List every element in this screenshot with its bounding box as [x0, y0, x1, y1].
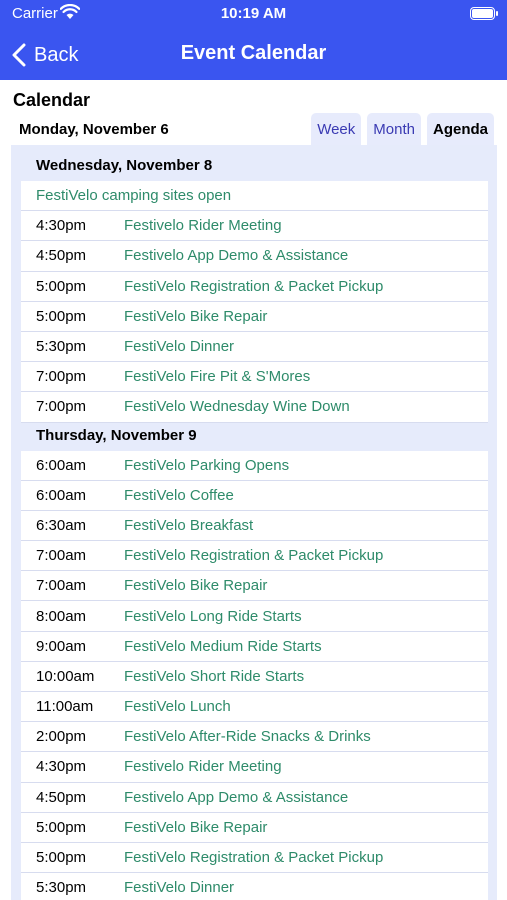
event-title: FestiVelo Short Ride Starts — [124, 667, 305, 685]
event-time: 5:30pm — [36, 879, 87, 897]
day-header: Wednesday, November 8 — [36, 157, 213, 174]
event-row[interactable]: 6:00am FestiVelo Parking Opens — [21, 450, 488, 481]
event-row[interactable]: 4:50pm Festivelo App Demo & Assistance — [21, 241, 488, 272]
tab-agenda[interactable]: Agenda — [426, 113, 494, 146]
event-title: FestiVelo Lunch — [124, 698, 231, 716]
event-title: FestiVelo camping sites open — [36, 187, 232, 205]
status-bar: Carrier 10:19 AM — [0, 0, 507, 30]
event-row[interactable]: 5:00pm FestiVelo Registration & Packet Pi… — [21, 842, 488, 874]
event-row[interactable]: 7:00pm FestiVelo Fire Pit & S'Mores — [21, 362, 488, 393]
event-time: 10:00am — [36, 667, 95, 685]
event-row[interactable]: 5:00pm FestiVelo Bike Repair — [21, 301, 488, 332]
event-title: FestiVelo Coffee — [124, 486, 234, 504]
event-time: 4:30pm — [36, 217, 87, 235]
event-row[interactable]: 4:30pm Festivelo Rider Meeting — [21, 211, 488, 242]
event-time: 4:30pm — [36, 758, 87, 776]
tab-month[interactable]: Month — [367, 113, 421, 146]
event-row[interactable]: 5:30pm FestiVelo Dinner — [21, 331, 488, 363]
event-title: FestiVelo Bike Repair — [124, 307, 268, 325]
current-date: Monday, November 6 — [19, 121, 169, 138]
page-title: Event Calendar — [180, 42, 327, 64]
event-time: 5:30pm — [36, 338, 87, 356]
event-row[interactable]: 10:00am FestiVelo Short Ride Starts — [21, 661, 488, 692]
event-time: 11:00am — [36, 698, 94, 716]
event-time: 2:00pm — [36, 728, 87, 746]
event-title: FestiVelo Parking Opens — [124, 456, 290, 474]
event-time: 4:50pm — [36, 247, 87, 265]
event-row[interactable]: 6:30am FestiVelo Breakfast — [21, 510, 488, 542]
event-time: 7:00am — [36, 547, 87, 565]
event-title: FestiVelo Dinner — [124, 338, 235, 356]
event-title: FestiVelo After-Ride Snacks & Drinks — [124, 728, 371, 746]
event-title: FestiVelo Registration & Packet Pickup — [124, 547, 384, 565]
all-day-event[interactable]: FestiVelo camping sites open — [21, 181, 488, 212]
agenda-list[interactable]: Wednesday, November 8 FestiVelo camping … — [11, 145, 497, 900]
event-time: 9:00am — [36, 637, 87, 655]
event-time: 7:00pm — [36, 398, 87, 416]
event-row[interactable]: 11:00am FestiVelo Lunch — [21, 692, 488, 723]
event-title: FestiVelo Bike Repair — [124, 577, 268, 595]
event-time: 5:00pm — [36, 277, 87, 295]
event-time: 6:30am — [36, 516, 87, 534]
event-time: 7:00am — [36, 577, 87, 595]
event-title: FestiVelo Fire Pit & S'Mores — [124, 368, 311, 386]
event-title: Festivelo Rider Meeting — [124, 758, 282, 776]
calendar-heading: Calendar — [13, 90, 91, 110]
day-header: Thursday, November 9 — [36, 426, 197, 444]
event-title: Festivelo App Demo & Assistance — [124, 247, 349, 265]
event-row[interactable]: 7:00pm FestiVelo Wednesday Wine Down — [21, 392, 488, 423]
event-row[interactable]: 4:50pm Festivelo App Demo & Assistance — [21, 782, 488, 813]
view-tabs: Week Month Agenda — [305, 113, 494, 146]
event-title: FestiVelo Registration & Packet Pickup — [124, 277, 384, 295]
event-time: 7:00pm — [36, 368, 87, 386]
status-time: 10:19 AM — [220, 5, 287, 22]
event-time: 6:00am — [36, 486, 87, 504]
event-title: Festivelo Rider Meeting — [124, 217, 282, 235]
event-row[interactable]: 5:30pm FestiVelo Dinner — [21, 873, 488, 900]
event-row[interactable]: 5:00pm FestiVelo Bike Repair — [21, 812, 488, 843]
event-time: 5:00pm — [36, 818, 87, 836]
event-title: FestiVelo Long Ride Starts — [124, 607, 302, 625]
event-row[interactable]: 7:00am FestiVelo Registration & Packet Pi… — [21, 541, 488, 572]
event-time: 4:50pm — [36, 788, 87, 806]
event-title: FestiVelo Wednesday Wine Down — [124, 398, 350, 416]
nav-bar: Back Event Calendar — [0, 30, 507, 80]
event-row[interactable]: 5:00pm FestiVelo Registration & Packet Pi… — [21, 271, 488, 302]
event-title: FestiVelo Dinner — [124, 879, 235, 897]
event-time: 5:00pm — [36, 307, 87, 325]
event-title: FestiVelo Registration & Packet Pickup — [124, 849, 384, 867]
event-row[interactable]: 8:00am FestiVelo Long Ride Starts — [21, 601, 488, 632]
event-title: FestiVelo Bike Repair — [124, 818, 268, 836]
event-time: 6:00am — [36, 456, 87, 474]
battery-icon — [470, 7, 498, 20]
event-time: 8:00am — [36, 607, 87, 625]
event-row[interactable]: 7:00am FestiVelo Bike Repair — [21, 571, 488, 602]
event-title: FestiVelo Breakfast — [124, 516, 254, 534]
event-title: Festivelo App Demo & Assistance — [124, 788, 349, 806]
event-row[interactable]: 9:00am FestiVelo Medium Ride Starts — [21, 631, 488, 662]
event-row[interactable]: 4:30pm Festivelo Rider Meeting — [21, 752, 488, 783]
event-row[interactable]: 6:00am FestiVelo Coffee — [21, 480, 488, 511]
tab-week[interactable]: Week — [311, 113, 362, 146]
event-time: 5:00pm — [36, 849, 87, 867]
event-row[interactable]: 2:00pm FestiVelo After-Ride Snacks & Drin… — [21, 722, 488, 753]
event-title: FestiVelo Medium Ride Starts — [124, 637, 322, 655]
